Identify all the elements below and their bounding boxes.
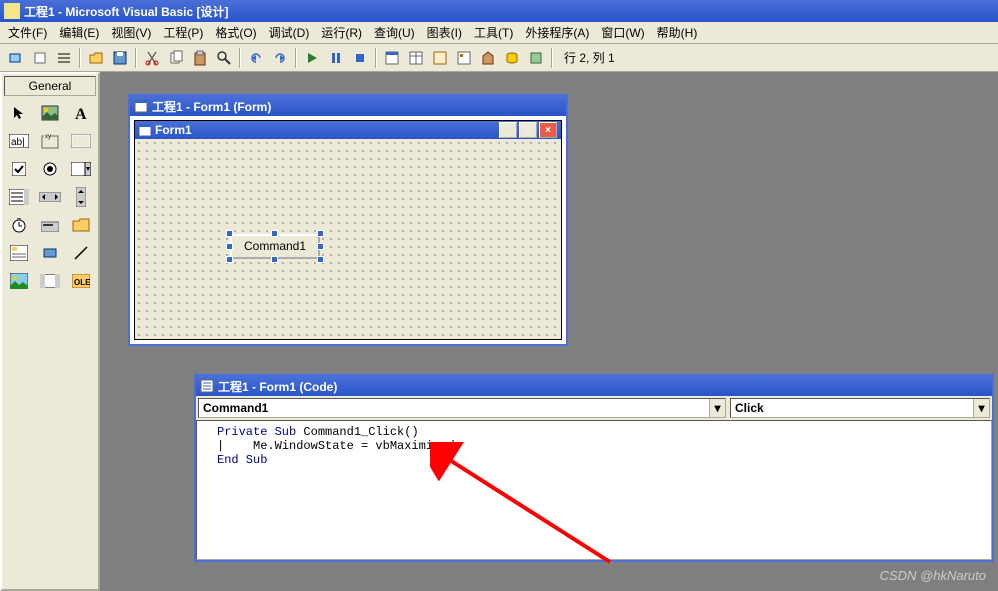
menu-tools[interactable]: 工具(T)	[468, 22, 519, 43]
tool-label[interactable]: A	[67, 100, 96, 126]
tool-ole[interactable]: OLE	[67, 268, 96, 294]
code-title: 工程1 - Form1 (Code)	[218, 378, 337, 395]
mdi-area: 工程1 - Form1 (Form) Form1 _ □ ×	[100, 72, 998, 591]
form-close-button[interactable]: ×	[539, 122, 557, 138]
tool-picturebox[interactable]	[35, 100, 64, 126]
menu-run[interactable]: 运行(R)	[315, 22, 368, 43]
project-explorer-button[interactable]	[381, 47, 403, 69]
component-button[interactable]	[525, 47, 547, 69]
menu-addins[interactable]: 外接程序(A)	[519, 22, 595, 43]
object-browser-button[interactable]	[453, 47, 475, 69]
procedure-combo[interactable]: Click ▾	[730, 398, 990, 418]
tool-checkbox[interactable]	[4, 156, 33, 182]
tool-commandbutton[interactable]	[67, 128, 96, 154]
app-titlebar: 工程1 - Microsoft Visual Basic [设计]	[0, 0, 998, 22]
tool-line[interactable]	[67, 240, 96, 266]
form-icon	[139, 124, 151, 136]
tool-filelistbox[interactable]	[4, 240, 33, 266]
menu-file[interactable]: 文件(F)	[2, 22, 53, 43]
add-form-button[interactable]	[29, 47, 51, 69]
paste-button[interactable]	[189, 47, 211, 69]
tool-combobox[interactable]	[67, 156, 96, 182]
end-button[interactable]	[349, 47, 371, 69]
menu-window[interactable]: 窗口(W)	[595, 22, 650, 43]
tool-frame[interactable]: xy	[35, 128, 64, 154]
watermark: CSDN @hkNaruto	[880, 568, 986, 583]
tool-data[interactable]	[35, 268, 64, 294]
tool-image[interactable]	[4, 268, 33, 294]
svg-text:xy: xy	[45, 134, 51, 140]
svg-text:ab|: ab|	[11, 137, 25, 148]
form-layout-button[interactable]	[429, 47, 451, 69]
menu-help[interactable]: 帮助(H)	[651, 22, 704, 43]
form-minimize-button[interactable]: _	[499, 122, 517, 138]
tool-hscroll[interactable]	[35, 184, 64, 210]
app-icon	[4, 3, 20, 19]
tool-textbox[interactable]: ab|	[4, 128, 33, 154]
toolbox-button[interactable]	[477, 47, 499, 69]
redo-button[interactable]	[269, 47, 291, 69]
form-titlebar: Form1 _ □ ×	[135, 121, 561, 139]
form-icon	[134, 99, 148, 113]
toolbox-title: General	[4, 76, 96, 96]
tool-timer[interactable]	[4, 212, 33, 238]
break-button[interactable]	[325, 47, 347, 69]
app-title: 工程1 - Microsoft Visual Basic [设计]	[24, 3, 229, 20]
add-project-button[interactable]	[5, 47, 27, 69]
code-window[interactable]: 工程1 - Form1 (Code) Command1 ▾ Click ▾ Pr…	[194, 374, 994, 562]
designer-title: 工程1 - Form1 (Form)	[152, 98, 271, 115]
tool-listbox[interactable]	[4, 184, 33, 210]
chevron-down-icon: ▾	[973, 399, 989, 417]
tool-vscroll[interactable]	[67, 184, 96, 210]
cut-button[interactable]	[141, 47, 163, 69]
find-button[interactable]	[213, 47, 235, 69]
menu-editor-button[interactable]	[53, 47, 75, 69]
tool-dirlistbox[interactable]	[67, 212, 96, 238]
start-button[interactable]	[301, 47, 323, 69]
form-design-surface[interactable]: Command1	[135, 139, 561, 339]
tool-optionbutton[interactable]	[35, 156, 64, 182]
tool-drivelistbox[interactable]	[35, 212, 64, 238]
undo-button[interactable]	[245, 47, 267, 69]
menu-edit[interactable]: 编辑(E)	[53, 22, 105, 43]
menu-debug[interactable]: 调试(D)	[263, 22, 316, 43]
tool-shape[interactable]	[35, 240, 64, 266]
code-editor[interactable]: Private Sub Command1_Click() | Me.Window…	[196, 420, 992, 560]
toolbox: General A ab| xy OLE	[0, 72, 100, 591]
svg-text:A: A	[75, 106, 87, 121]
object-combo[interactable]: Command1 ▾	[198, 398, 726, 418]
menu-format[interactable]: 格式(O)	[209, 22, 262, 43]
menu-project[interactable]: 工程(P)	[157, 22, 209, 43]
tool-pointer[interactable]	[4, 100, 33, 126]
code-icon	[200, 379, 214, 393]
code-titlebar[interactable]: 工程1 - Form1 (Code)	[196, 376, 992, 396]
save-button[interactable]	[109, 47, 131, 69]
menu-chart[interactable]: 图表(I)	[421, 22, 468, 43]
chevron-down-icon: ▾	[709, 399, 725, 417]
form-caption: Form1	[155, 123, 192, 137]
data-view-button[interactable]	[501, 47, 523, 69]
properties-button[interactable]	[405, 47, 427, 69]
object-combo-value: Command1	[203, 401, 268, 415]
svg-text:OLE: OLE	[74, 278, 90, 287]
toolbar: 行 2, 列 1	[0, 44, 998, 72]
form-designer-window[interactable]: 工程1 - Form1 (Form) Form1 _ □ ×	[128, 94, 568, 346]
menu-query[interactable]: 查询(U)	[368, 22, 421, 43]
designer-titlebar[interactable]: 工程1 - Form1 (Form)	[130, 96, 566, 116]
menubar: 文件(F) 编辑(E) 视图(V) 工程(P) 格式(O) 调试(D) 运行(R…	[0, 22, 998, 44]
procedure-combo-value: Click	[735, 401, 764, 415]
menu-view[interactable]: 视图(V)	[105, 22, 157, 43]
open-button[interactable]	[85, 47, 107, 69]
cursor-position: 行 2, 列 1	[564, 49, 615, 66]
copy-button[interactable]	[165, 47, 187, 69]
form-maximize-button[interactable]: □	[519, 122, 537, 138]
